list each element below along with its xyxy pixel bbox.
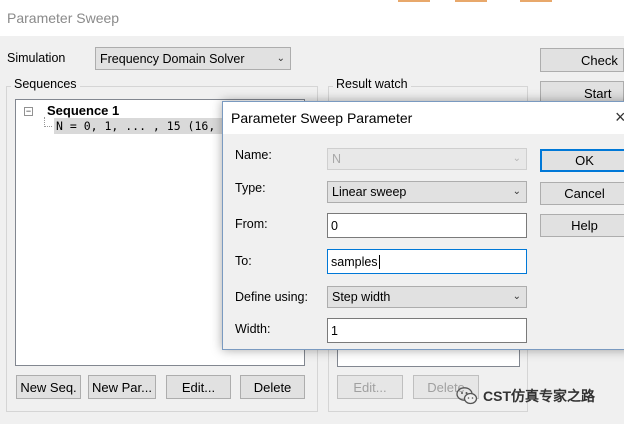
new-seq-button[interactable]: New Seq.	[16, 375, 81, 399]
type-select[interactable]: Linear sweep ⌄	[327, 181, 527, 203]
name-value: N	[332, 152, 342, 166]
simulation-select[interactable]: Frequency Domain Solver ⌄	[95, 47, 291, 70]
collapse-icon[interactable]: −	[24, 107, 33, 116]
wechat-icon	[456, 387, 478, 405]
window-title: Parameter Sweep	[7, 10, 120, 26]
edit-result-button[interactable]: Edit...	[337, 375, 403, 399]
titlebar-accent	[455, 0, 487, 2]
to-value: samples	[331, 254, 378, 269]
tree-sequence-item[interactable]: Sequence 1	[47, 103, 119, 118]
from-input[interactable]: 0	[327, 213, 527, 238]
name-select[interactable]: N ⌄	[327, 148, 527, 170]
width-input[interactable]: 1	[327, 318, 527, 343]
cancel-button[interactable]: Cancel	[540, 182, 624, 205]
tree-connector	[44, 126, 52, 127]
chevron-down-icon: ⌄	[276, 52, 285, 64]
width-label: Width:	[235, 322, 271, 336]
dialog-title: Parameter Sweep Parameter	[231, 110, 413, 126]
define-using-select[interactable]: Step width ⌄	[327, 286, 527, 308]
titlebar-accent	[520, 0, 552, 2]
parameter-dialog: Parameter Sweep Parameter × Name: N ⌄ Ty…	[222, 101, 624, 350]
define-using-value: Step width	[332, 290, 391, 304]
edit-sequence-button[interactable]: Edit...	[166, 375, 231, 399]
delete-sequence-button[interactable]: Delete	[240, 375, 305, 399]
sequences-label: Sequences	[11, 77, 80, 91]
name-label: Name:	[235, 148, 272, 162]
chevron-down-icon: ⌄	[512, 153, 521, 164]
help-button[interactable]: Help	[540, 214, 624, 237]
from-value: 0	[331, 218, 338, 233]
close-icon[interactable]: ×	[615, 107, 624, 127]
width-value: 1	[331, 323, 338, 338]
to-input[interactable]: samples	[327, 249, 527, 274]
chevron-down-icon: ⌄	[512, 291, 521, 302]
simulation-value: Frequency Domain Solver	[100, 51, 245, 66]
watermark: CST仿真专家之路	[456, 386, 595, 406]
check-button[interactable]: Check	[540, 48, 624, 72]
type-label: Type:	[235, 181, 266, 195]
titlebar-accent	[398, 0, 430, 2]
to-label: To:	[235, 254, 252, 268]
chevron-down-icon: ⌄	[512, 186, 521, 197]
simulation-label: Simulation	[7, 51, 66, 65]
result-watch-label: Result watch	[333, 77, 411, 91]
text-caret	[378, 254, 380, 269]
watermark-text: CST仿真专家之路	[483, 388, 595, 404]
type-value: Linear sweep	[332, 185, 407, 199]
define-using-label: Define using:	[235, 290, 308, 304]
from-label: From:	[235, 217, 268, 231]
ok-button[interactable]: OK	[540, 149, 624, 172]
new-par-button[interactable]: New Par...	[88, 375, 156, 399]
